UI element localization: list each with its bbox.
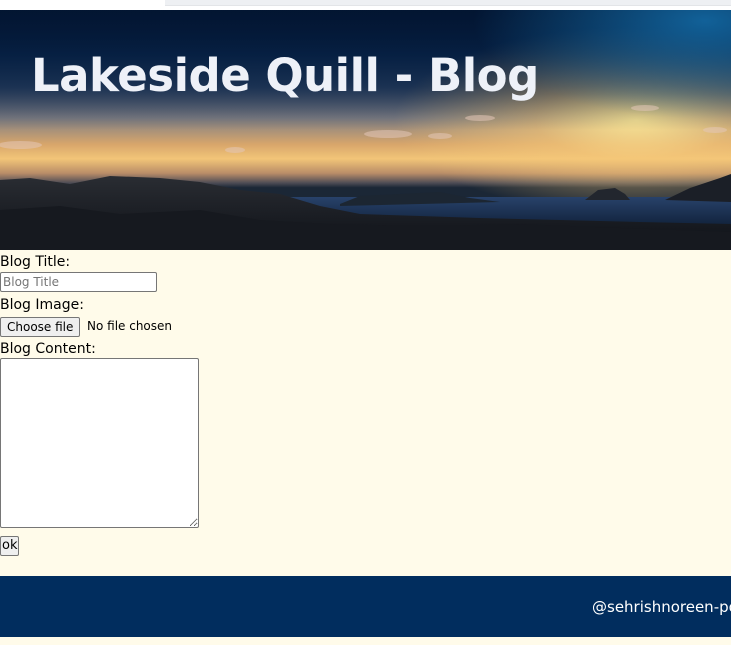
blog-content-textarea[interactable] (0, 358, 199, 528)
browser-top-strip (0, 0, 731, 10)
header-banner: Lakeside Quill - Blog (0, 10, 731, 250)
page-bottom-margin (0, 637, 731, 645)
browser-tab-edge (165, 0, 731, 6)
blog-title-label: Blog Title: (0, 254, 71, 270)
blog-form: Blog Title: Blog Image: Choose file No f… (0, 250, 731, 576)
rocky-shore-image (0, 105, 731, 250)
footer-credit: @sehrishnoreen-po (592, 598, 731, 616)
page-title: Lakeside Quill - Blog (31, 49, 539, 102)
blog-title-input[interactable] (0, 272, 157, 292)
blog-content-label: Blog Content: (0, 341, 96, 357)
file-status-text: No file chosen (87, 319, 173, 333)
page-footer: @sehrishnoreen-po (0, 576, 731, 637)
choose-file-button[interactable]: Choose file (0, 317, 81, 337)
blog-image-label: Blog Image: (0, 297, 84, 313)
submit-button[interactable]: ok (0, 536, 20, 556)
